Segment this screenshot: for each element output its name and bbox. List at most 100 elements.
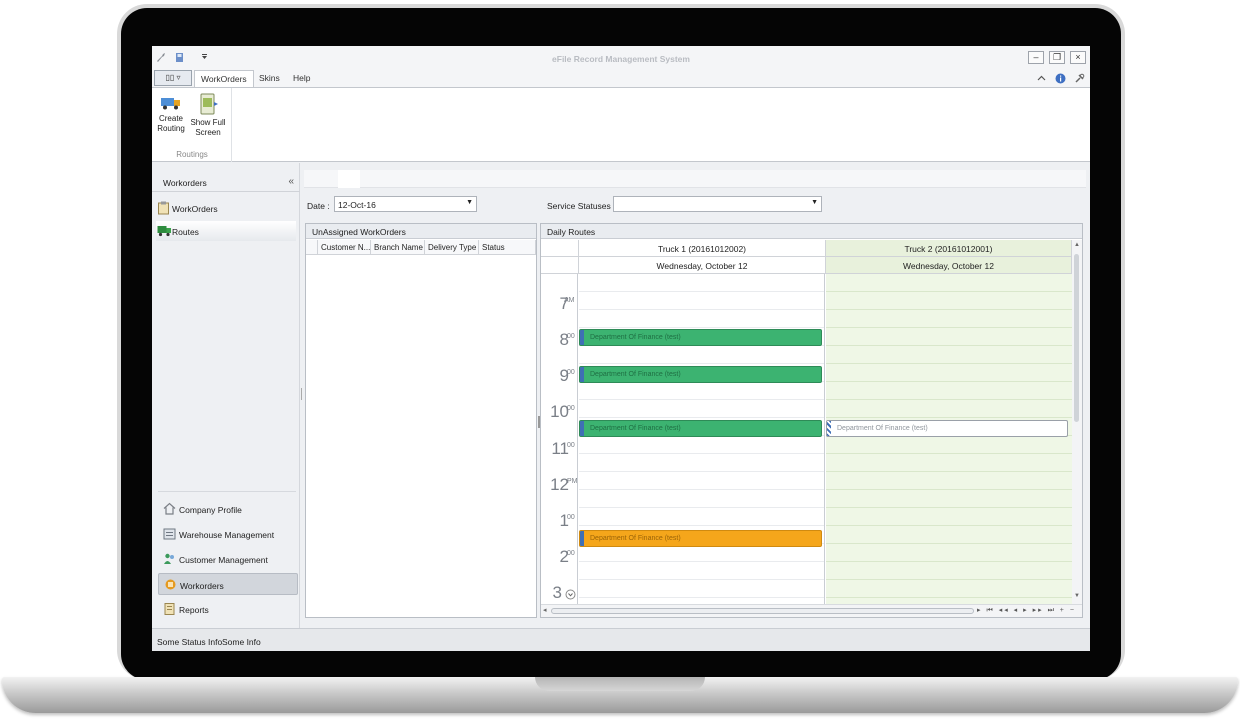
app-menu-button[interactable]: ▯▯ ▿	[154, 70, 192, 86]
time-slot-line	[826, 363, 1072, 364]
tab-skins[interactable]: Skins	[253, 70, 286, 87]
app-title: eFile Record Management System	[552, 54, 690, 64]
appointment[interactable]: Department Of Finance (test)	[579, 329, 822, 346]
show-full-screen-label-1: Show Full	[190, 118, 226, 127]
hour-suffix: 00	[567, 442, 575, 449]
scroll-down-icon[interactable]: ▼	[1074, 593, 1080, 599]
nav-item-label: Routes	[172, 227, 199, 237]
appointment[interactable]: Department Of Finance (test)	[579, 366, 822, 383]
resource-navigator[interactable]: ▸ ⏮ ◂◂ ◂ ▸ ▸▸ ⏭ + −	[977, 606, 1076, 615]
scrollbar-thumb[interactable]	[1074, 254, 1079, 422]
scroll-left-icon[interactable]: ◂	[543, 606, 547, 614]
chevron-down-icon[interactable]: ▼	[811, 199, 818, 206]
show-full-screen-label-2: Screen	[195, 128, 221, 137]
chevron-down-icon[interactable]: ▼	[466, 199, 473, 206]
scroll-up-icon[interactable]: ▲	[1074, 242, 1080, 248]
time-slot-line	[826, 291, 1072, 292]
time-slot-line	[579, 399, 824, 400]
time-slot-line	[826, 453, 1072, 454]
time-slot-line	[579, 525, 824, 526]
time-ruler: 7 AM 8 00 9 00 10 00 11 00 12 PM 1 00 2 …	[541, 274, 578, 604]
status-info: Some Status Info	[157, 637, 223, 647]
column-header-status[interactable]: Status	[479, 240, 536, 255]
show-full-screen-button[interactable]: Show Full Screen	[190, 91, 226, 149]
info-icon[interactable]	[1055, 73, 1066, 84]
time-slot-line	[826, 417, 1072, 418]
appointment-text: Department Of Finance (test)	[590, 535, 681, 542]
tab-help[interactable]: Help	[287, 70, 316, 87]
status-bar	[827, 421, 831, 436]
resource-header-truck-1[interactable]: Truck 1 (20161012002)	[579, 240, 826, 257]
app-window: eFile Record Management System – ❐ × ▯▯ …	[152, 46, 1090, 651]
time-slot-line	[826, 381, 1072, 382]
time-slot-line	[826, 471, 1072, 472]
restore-button[interactable]: ❐	[1049, 51, 1065, 64]
row-indicator-header	[306, 240, 318, 255]
nav-group-label: Workorders	[180, 581, 224, 591]
content-tab[interactable]	[338, 170, 360, 188]
date-header-truck-1: Wednesday, October 12	[579, 257, 826, 274]
time-slot-line	[579, 489, 824, 490]
scrollbar-thumb[interactable]	[551, 608, 974, 614]
time-slot-line	[579, 309, 824, 310]
status-bar	[580, 330, 584, 345]
time-slot-line	[579, 507, 824, 508]
hour-suffix: 00	[567, 550, 575, 557]
nav-item-label: WorkOrders	[172, 204, 218, 214]
minimize-ribbon-icon[interactable]	[1036, 73, 1047, 84]
date-value: 12-Oct-16	[338, 200, 376, 210]
corner-header	[541, 257, 579, 274]
appointment[interactable]: Department Of Finance (test)	[579, 420, 822, 437]
warehouse-icon	[163, 528, 176, 540]
collapse-pane-icon[interactable]: «	[288, 176, 294, 187]
minimize-button[interactable]: –	[1028, 51, 1044, 64]
nav-item-workorders[interactable]: WorkOrders	[156, 198, 296, 218]
column-header-delivery-type[interactable]: Delivery Type	[425, 240, 479, 255]
time-slot-line	[579, 327, 824, 328]
date-picker[interactable]: 12-Oct-16 ▼	[334, 196, 477, 212]
hour-suffix: AM	[564, 297, 575, 304]
column-header-customer[interactable]: Customer N...	[318, 240, 371, 255]
service-statuses-dropdown[interactable]: ▼	[613, 196, 822, 212]
corner-header	[541, 240, 579, 257]
create-routing-label-2: Routing	[157, 124, 185, 133]
resource-header-truck-2[interactable]: Truck 2 (20161012001)	[826, 240, 1072, 257]
nav-group-company-profile[interactable]: Company Profile	[158, 498, 298, 520]
status-extra-info: Some Info	[222, 637, 261, 647]
settings-icon[interactable]	[1074, 73, 1085, 84]
close-button[interactable]: ×	[1070, 51, 1086, 64]
hour-label: 3	[552, 583, 562, 602]
panel-title: UnAssigned WorkOrders	[306, 224, 536, 239]
nav-splitter[interactable]	[301, 388, 303, 400]
time-slot-line	[579, 597, 824, 598]
tab-workorders[interactable]: WorkOrders	[194, 70, 254, 87]
truck-1-day-column[interactable]: Department Of Finance (test) Department …	[579, 274, 825, 604]
horizontal-scrollbar[interactable]: ◂ ▸ ⏮ ◂◂ ◂ ▸ ▸▸ ⏭ + −	[541, 604, 1082, 617]
nav-header-title: Workorders	[163, 178, 207, 188]
nav-group-reports[interactable]: Reports	[158, 598, 298, 620]
truck-2-day-column[interactable]: Department Of Finance (test)	[826, 274, 1072, 604]
column-header-branch[interactable]: Branch Name	[371, 240, 425, 255]
nav-group-label: Customer Management	[179, 555, 268, 565]
hour-suffix: 00	[567, 369, 575, 376]
scroll-down-icon[interactable]	[565, 589, 576, 600]
ribbon-tab-strip: ▯▯ ▿ WorkOrders Skins Help	[152, 70, 1090, 87]
nav-item-routes[interactable]: Routes	[156, 221, 296, 241]
time-slot-line	[826, 309, 1072, 310]
vertical-scrollbar[interactable]: ▲ ▼	[1072, 240, 1082, 604]
appointment[interactable]: Department Of Finance (test)	[826, 420, 1068, 437]
hour-suffix: 00	[567, 514, 575, 521]
nav-group-customer-management[interactable]: Customer Management	[158, 548, 298, 570]
time-slot-line	[579, 363, 824, 364]
appointment[interactable]: Department Of Finance (test)	[579, 530, 822, 547]
create-routing-button[interactable]: Create Routing	[153, 91, 189, 149]
status-bar: Some Status Info Some Info	[152, 628, 1090, 651]
nav-group-workorders[interactable]: Workorders	[158, 573, 298, 595]
nav-group-label: Company Profile	[179, 505, 242, 515]
time-slot-line	[826, 597, 1072, 598]
report-icon	[164, 603, 175, 615]
time-slot-line	[826, 327, 1072, 328]
date-header-truck-2: Wednesday, October 12	[826, 257, 1072, 274]
time-slot-line	[826, 489, 1072, 490]
nav-group-warehouse-management[interactable]: Warehouse Management	[158, 523, 298, 545]
